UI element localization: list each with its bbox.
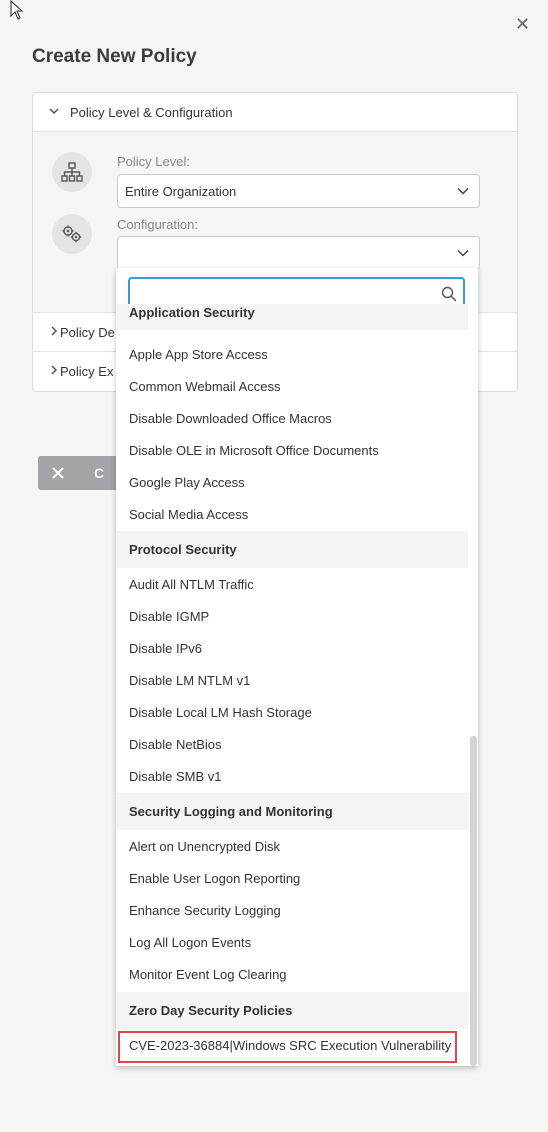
policy-level-value: Entire Organization bbox=[125, 183, 237, 199]
cancel-button-label: C bbox=[94, 465, 105, 481]
chevron-right-icon bbox=[48, 364, 60, 379]
list-item[interactable]: Common Webmail Access bbox=[129, 379, 280, 394]
gears-icon bbox=[52, 214, 92, 254]
list-item[interactable]: Disable OLE in Microsoft Office Document… bbox=[129, 443, 379, 458]
group-header: Security Logging and Monitoring bbox=[116, 793, 468, 830]
list-item[interactable]: Apple App Store Access bbox=[129, 347, 268, 362]
configuration-select[interactable] bbox=[117, 236, 480, 270]
search-icon bbox=[441, 286, 457, 302]
list-item[interactable]: Alert on Unencrypted Disk bbox=[129, 839, 280, 854]
list-item[interactable]: Social Media Access bbox=[129, 507, 248, 522]
chevron-down-icon bbox=[457, 249, 469, 257]
group-header: Application Security bbox=[116, 304, 468, 330]
list-item[interactable]: Enhance Security Logging bbox=[129, 903, 281, 918]
configuration-dropdown: Application Security Apple App Store Acc… bbox=[116, 268, 478, 1066]
list-item[interactable]: Disable LM NTLM v1 bbox=[129, 673, 250, 688]
list-item[interactable]: Disable Local LM Hash Storage bbox=[129, 705, 312, 720]
list-item[interactable]: Enable User Logon Reporting bbox=[129, 871, 300, 886]
list-item[interactable]: Disable Downloaded Office Macros bbox=[129, 411, 332, 426]
org-hierarchy-icon bbox=[52, 152, 92, 192]
list-item[interactable]: Disable IGMP bbox=[129, 609, 209, 624]
list-item[interactable]: Log All Logon Events bbox=[129, 935, 251, 950]
policy-level-select[interactable]: Entire Organization bbox=[117, 174, 480, 208]
list-item[interactable]: Google Play Access bbox=[129, 475, 245, 490]
list-item[interactable]: Disable NetBios bbox=[129, 737, 222, 752]
chevron-down-icon bbox=[457, 187, 469, 195]
list-item[interactable]: Disable SMB v1 bbox=[129, 769, 221, 784]
list-item[interactable]: Monitor Event Log Clearing bbox=[129, 967, 287, 982]
dropdown-scrollbar-thumb[interactable] bbox=[470, 736, 477, 1066]
section-label: Policy De bbox=[60, 324, 115, 340]
mouse-cursor-icon bbox=[10, 0, 24, 20]
close-icon bbox=[52, 467, 64, 479]
chevron-down-icon bbox=[48, 105, 62, 120]
close-icon[interactable]: ✕ bbox=[515, 15, 530, 33]
section-label: Policy Ex bbox=[60, 364, 114, 379]
list-item[interactable]: Audit All NTLM Traffic bbox=[129, 577, 254, 592]
list-item[interactable]: Disable IPv6 bbox=[129, 641, 202, 656]
section-label: Policy Level & Configuration bbox=[70, 104, 233, 120]
chevron-right-icon bbox=[48, 325, 60, 340]
group-header: Protocol Security bbox=[116, 531, 468, 568]
policy-level-label: Policy Level: bbox=[117, 154, 190, 169]
highlight-box bbox=[118, 1031, 457, 1063]
section-header-level-config[interactable]: Policy Level & Configuration bbox=[33, 93, 517, 132]
page-title: Create New Policy bbox=[32, 46, 197, 67]
configuration-label: Configuration: bbox=[117, 217, 198, 232]
group-header: Zero Day Security Policies bbox=[116, 992, 468, 1029]
